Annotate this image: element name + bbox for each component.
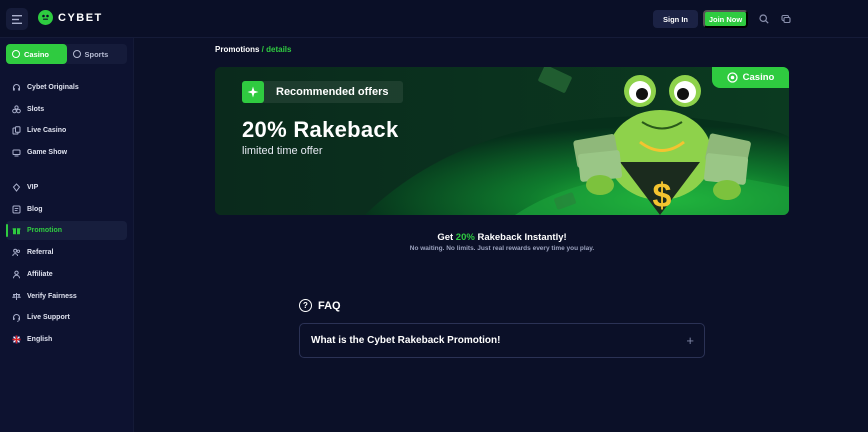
casino-badge: Casino [712,67,789,88]
sidebar: Casino Sports Cybet Originals Slots Live… [0,38,134,432]
scale-icon [12,292,21,301]
faq-title-text: FAQ [318,299,341,312]
top-header: CYBET Sign In Join Now [0,0,868,38]
sign-in-button[interactable]: Sign In [653,10,698,28]
search-button[interactable] [755,10,773,28]
promo-headline: Get 20% Rakeback Instantly! [215,232,789,243]
hamburger-icon [12,14,22,24]
banner-title: 20% Rakeback [242,117,399,142]
breadcrumb-current: details [266,45,292,54]
sidebar-item-live-support[interactable]: Live Support [6,308,127,327]
sidebar-item-game-show[interactable]: Game Show [6,143,127,162]
sidebar-item-label: Referral [27,249,54,256]
headset-icon [12,83,21,92]
headline-post: Rakeback Instantly! [474,232,567,243]
user-icon [12,270,21,279]
banner-subtitle: limited time offer [242,145,323,157]
sidebar-item-label: Promotion [27,227,62,234]
slots-icon [12,105,21,114]
faq-heading: ? FAQ [299,299,341,312]
support-icon [12,313,21,322]
recommended-offers-tag: Recommended offers [242,81,403,103]
tab-sports[interactable]: Sports [67,44,128,64]
search-icon [759,14,769,24]
sidebar-item-label: Cybet Originals [27,84,79,91]
cards-icon [12,126,21,135]
sidebar-item-promotion[interactable]: Promotion [6,221,127,240]
casino-chip-icon [727,72,738,83]
sidebar-item-label: VIP [27,184,39,191]
sidebar-item-label: Blog [27,206,43,213]
logo[interactable]: CYBET [38,10,103,25]
sidebar-item-label: Slots [27,106,45,113]
sidebar-item-affiliate[interactable]: Affiliate [6,265,127,284]
sidebar-item-label: Verify Fairness [27,293,77,300]
sidebar-item-english[interactable]: English [6,330,127,349]
tab-casino-label: Casino [24,49,50,59]
sparkle-icon [242,81,264,103]
stage-icon [12,148,21,157]
vip-icon [12,183,21,192]
faq-question: What is the Cybet Rakeback Promotion! [311,335,501,346]
join-now-button[interactable]: Join Now [703,10,748,28]
uk-flag-icon [12,335,21,344]
casino-icon [12,50,20,58]
headline-highlight: 20% [455,232,475,243]
promo-subline: No waiting. No limits. Just real rewards… [409,245,595,252]
frog-logo-icon [38,10,53,25]
logo-text: CYBET [58,11,103,24]
expand-plus-icon[interactable]: + [686,333,694,348]
sidebar-item-label: Live Support [27,314,70,321]
sidebar-item-slots[interactable]: Slots [6,100,127,119]
sidebar-item-cybet-originals[interactable]: Cybet Originals [6,78,127,97]
sidebar-item-verify-fairness[interactable]: Verify Fairness [6,287,127,306]
blog-icon [12,205,21,214]
casino-badge-label: Casino [742,72,775,83]
breadcrumb: Promotions / details [215,45,291,54]
headline-pre: Get [437,232,456,243]
recommended-offers-label: Recommended offers [276,86,389,98]
question-icon: ? [299,299,312,312]
ball-icon [72,50,81,58]
menu-toggle-button[interactable] [6,8,28,30]
tab-sports-label: Sports [84,49,109,59]
sidebar-item-label: English [27,336,53,343]
sidebar-item-blog[interactable]: Blog [6,200,127,219]
casino-sports-switch: Casino Sports [6,44,127,64]
sidebar-item-label: Game Show [27,149,68,156]
chat-button[interactable] [777,10,795,28]
faq-item[interactable]: What is the Cybet Rakeback Promotion! + [299,323,705,358]
users-icon [12,248,21,257]
gift-icon [12,226,21,235]
sidebar-item-vip[interactable]: VIP [6,178,127,197]
sidebar-item-live-casino[interactable]: Live Casino [6,121,127,140]
breadcrumb-root-link[interactable]: Promotions [215,45,259,54]
sidebar-item-label: Live Casino [27,127,67,134]
svg-text:$: $ [653,177,672,215]
chat-icon [781,14,791,24]
sidebar-item-referral[interactable]: Referral [6,243,127,262]
sidebar-item-label: Affiliate [27,271,53,278]
tab-casino[interactable]: Casino [6,44,67,64]
